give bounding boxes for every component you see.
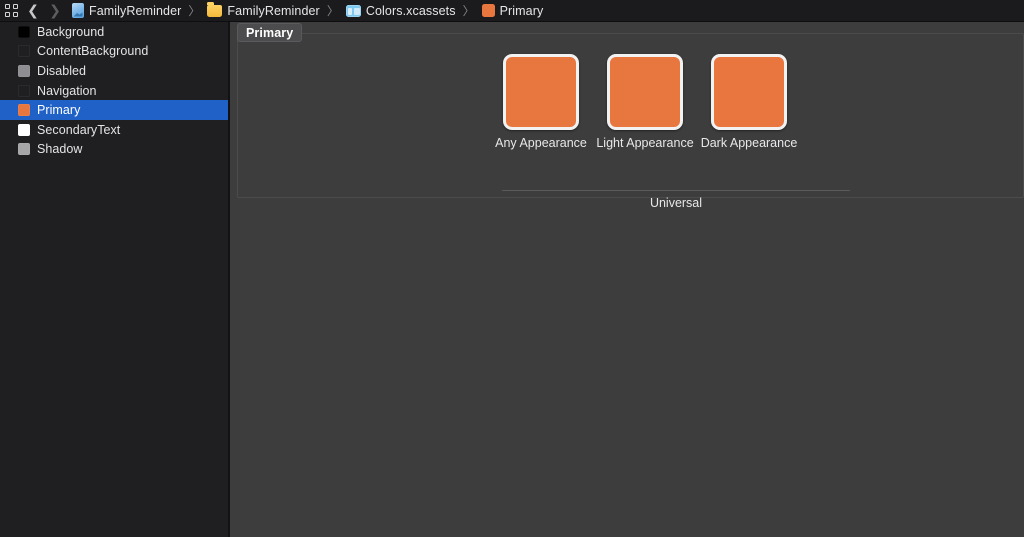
swatch-row: Any Appearance Light Appearance Dark Appea…: [495, 54, 797, 150]
color-set-panel: Primary Any Appearance Light Appearance Da…: [237, 23, 1024, 210]
sidebar-item-shadow[interactable]: Shadow: [0, 140, 228, 160]
asset-list-sidebar[interactable]: Background ContentBackground Disabled Navig…: [0, 22, 228, 537]
sidebar-item-label: Background: [37, 24, 105, 39]
swatch-cell: Dark Appearance: [701, 54, 797, 150]
sidebar-item-label: SecondaryText: [37, 122, 121, 137]
breadcrumb-label: Primary: [499, 3, 544, 18]
appearance-group-universal: Any Appearance Light Appearance Dark Appea…: [238, 34, 1024, 210]
sidebar-item-secondarytext[interactable]: SecondaryText: [0, 120, 228, 140]
color-swatch-icon: [18, 123, 30, 136]
swatch-cell: Any Appearance: [495, 54, 587, 150]
color-swatch-icon: [18, 143, 30, 156]
sidebar-item-contentbackground[interactable]: ContentBackground: [0, 42, 228, 62]
breadcrumb-separator-icon: 〉: [326, 4, 339, 18]
breadcrumb-label: FamilyReminder: [227, 3, 320, 18]
back-button[interactable]: ❮: [22, 0, 44, 22]
sidebar-item-navigation[interactable]: Navigation: [0, 81, 228, 101]
swatch-cell: Light Appearance: [596, 54, 694, 150]
chevron-right-icon: ❯: [49, 2, 61, 19]
breadcrumb-item-colorset[interactable]: Primary: [480, 0, 546, 22]
editor-area: Primary Any Appearance Light Appearance Da…: [230, 22, 1024, 537]
color-swatch-icon: [18, 104, 30, 117]
sidebar-item-disabled[interactable]: Disabled: [0, 61, 228, 81]
project-document-icon: [72, 3, 84, 18]
breadcrumb-item-xcassets[interactable]: Colors.xcassets: [344, 0, 458, 22]
color-swatch-icon: [18, 84, 30, 97]
color-swatch-icon: [481, 4, 495, 17]
sidebar-item-background[interactable]: Background: [0, 22, 228, 42]
swatch-caption: Any Appearance: [495, 136, 587, 150]
group-separator: [502, 190, 850, 191]
breadcrumb-label: FamilyReminder: [89, 3, 182, 18]
breadcrumb-separator-icon: 〉: [188, 4, 201, 18]
forward-button[interactable]: ❯: [44, 0, 66, 22]
asset-catalog-icon: [345, 4, 361, 17]
breadcrumb: FamilyReminder 〉 FamilyReminder 〉 Colors…: [70, 0, 1024, 22]
color-swatch-dark[interactable]: [711, 54, 787, 130]
color-swatch-icon: [18, 45, 30, 58]
breadcrumb-item-group[interactable]: FamilyReminder: [205, 0, 321, 22]
color-swatch-light[interactable]: [607, 54, 683, 130]
sidebar-item-label: Navigation: [37, 83, 97, 98]
breadcrumb-item-project[interactable]: FamilyReminder: [70, 0, 183, 22]
sidebar-item-primary[interactable]: Primary: [0, 100, 228, 120]
grid-icon: [4, 4, 18, 17]
panel-toggle-button[interactable]: [0, 0, 22, 22]
breadcrumb-separator-icon: 〉: [462, 4, 475, 18]
sidebar-item-label: ContentBackground: [37, 44, 149, 59]
color-swatch-any[interactable]: [503, 54, 579, 130]
color-swatch-icon: [18, 25, 30, 38]
color-swatch-icon: [18, 64, 30, 77]
sidebar-item-label: Primary: [37, 103, 81, 118]
sidebar-item-label: Disabled: [37, 63, 87, 78]
breadcrumb-label: Colors.xcassets: [365, 3, 456, 18]
swatch-caption: Dark Appearance: [700, 136, 798, 150]
chevron-left-icon: ❮: [27, 2, 39, 19]
toolbar: ❮ ❯ FamilyReminder 〉 FamilyReminder 〉 Co…: [0, 0, 1024, 22]
folder-icon: [207, 2, 223, 17]
group-label: Universal: [649, 196, 703, 210]
sidebar-item-label: Shadow: [37, 142, 83, 157]
swatch-caption: Light Appearance: [596, 136, 694, 150]
